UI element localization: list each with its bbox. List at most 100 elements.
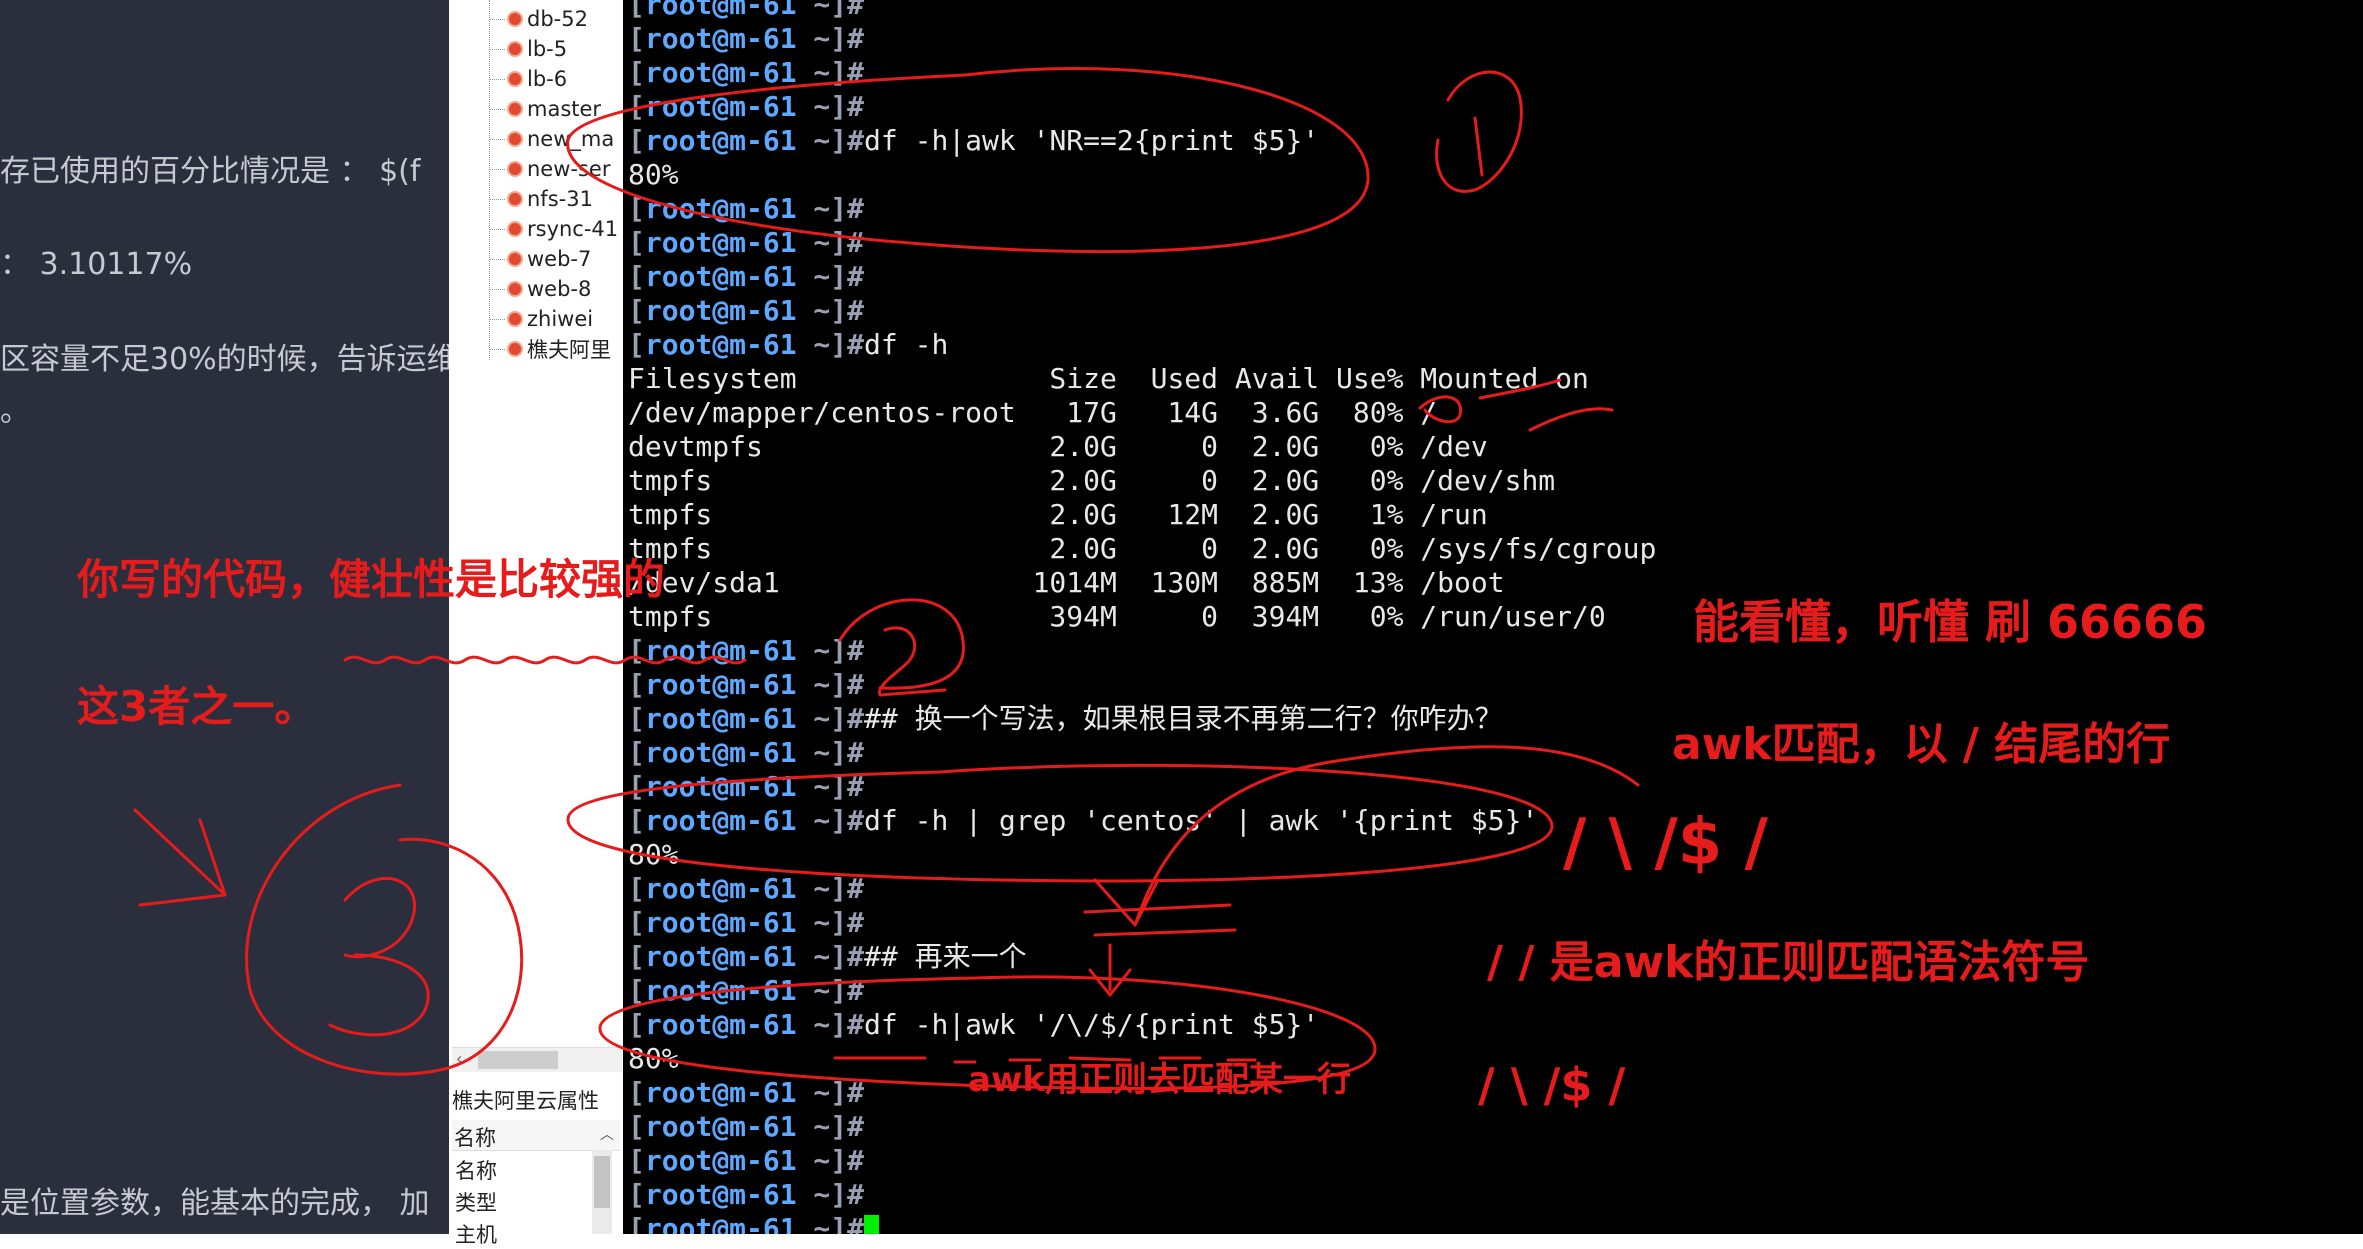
property-row[interactable]: 名称 bbox=[455, 1155, 497, 1185]
terminal-output-line: tmpfs 394M 0 394M 0% /run/user/0 bbox=[628, 600, 1606, 633]
prompt-symbol: ]# bbox=[830, 260, 865, 293]
prompt-path: ~ bbox=[796, 736, 831, 769]
prompt-path: ~ bbox=[796, 22, 831, 55]
terminal-prompt-line: [root@m-61 ~]# bbox=[628, 906, 864, 940]
session-icon bbox=[507, 11, 523, 27]
session-tree-item[interactable]: master bbox=[489, 94, 601, 124]
prompt-user-host: root@m-61 bbox=[644, 328, 797, 361]
terminal-output-line: 80% bbox=[628, 838, 679, 871]
session-tree-item[interactable]: lb-5 bbox=[489, 34, 567, 64]
session-tree-item[interactable]: rsync-41 bbox=[489, 214, 618, 244]
session-label: new_ma bbox=[527, 127, 615, 151]
sort-up-icon[interactable]: ︿ bbox=[600, 1124, 614, 1144]
prompt-path: ~ bbox=[796, 906, 831, 939]
session-label: web-8 bbox=[527, 277, 592, 301]
session-tree-item[interactable]: 樵夫阿里 bbox=[489, 334, 611, 364]
prompt-path: ~ bbox=[796, 192, 831, 225]
prompt-bracket: [ bbox=[628, 22, 645, 55]
prompt-bracket: [ bbox=[628, 1212, 645, 1234]
prompt-bracket: [ bbox=[628, 940, 645, 973]
session-tree-scrollbar[interactable]: ‹ bbox=[452, 1047, 622, 1072]
session-icon bbox=[507, 311, 523, 327]
editor-text-line: 区容量不足30%的时候，告诉运维 bbox=[0, 342, 449, 377]
annotation-awk-match: awk匹配，以 / 结尾的行 bbox=[1672, 719, 2171, 770]
terminal-command: df -h | grep 'centos' | awk '{print $5}' bbox=[864, 804, 1539, 837]
property-row[interactable]: 类型 bbox=[455, 1187, 497, 1217]
scrollbar-thumb[interactable] bbox=[594, 1156, 610, 1208]
prompt-path: ~ bbox=[796, 872, 831, 905]
terminal-prompt-line: [root@m-61 ~]# bbox=[628, 634, 864, 668]
prompt-path: ~ bbox=[796, 56, 831, 89]
annotation-robust-code: 你写的代码，健壮性是比较强的 bbox=[77, 555, 666, 604]
prompt-bracket: [ bbox=[628, 124, 645, 157]
prompt-path: ~ bbox=[796, 260, 831, 293]
scrollbar-thumb[interactable] bbox=[478, 1051, 558, 1069]
session-tree-item[interactable]: zhiwei bbox=[489, 304, 593, 334]
prompt-bracket: [ bbox=[628, 1076, 645, 1109]
session-label: lb-5 bbox=[527, 37, 568, 61]
session-tree-item[interactable]: lb-6 bbox=[489, 64, 567, 94]
prompt-symbol: ]# bbox=[830, 90, 865, 123]
prompt-bracket: [ bbox=[628, 260, 645, 293]
prompt-path: ~ bbox=[796, 0, 831, 21]
prompt-user-host: root@m-61 bbox=[644, 1008, 797, 1041]
terminal-command: df -h bbox=[864, 328, 949, 361]
session-tree-item[interactable]: web-8 bbox=[489, 274, 591, 304]
terminal-prompt-line: [root@m-61 ~]# bbox=[628, 1178, 864, 1212]
prompt-path: ~ bbox=[796, 634, 831, 667]
prompt-user-host: root@m-61 bbox=[644, 1076, 797, 1109]
tree-connector bbox=[489, 258, 505, 260]
session-tree-item[interactable]: nfs-31 bbox=[489, 184, 593, 214]
tree-connector bbox=[489, 198, 505, 200]
session-label: master bbox=[527, 97, 602, 121]
prompt-symbol: ]# bbox=[830, 1110, 865, 1143]
prompt-bracket: [ bbox=[628, 872, 645, 905]
terminal-prompt-line: [root@m-61 ~]# bbox=[628, 0, 864, 22]
property-row[interactable]: 主机 bbox=[455, 1219, 497, 1249]
prompt-user-host: root@m-61 bbox=[644, 0, 797, 21]
terminal-prompt-line: [root@m-61 ~]#df -h|awk '/\/$/{print $5}… bbox=[628, 1008, 1319, 1042]
session-label: db-52 bbox=[527, 7, 588, 31]
session-icon bbox=[507, 341, 523, 357]
prompt-bracket: [ bbox=[628, 702, 645, 735]
session-icon bbox=[507, 191, 523, 207]
markdown-editor-panel: 存已使用的百分比情况是 ： $(f ： 3.10117% 区容量不足30%的时候，告… bbox=[0, 0, 449, 1234]
prompt-path: ~ bbox=[796, 1144, 831, 1177]
prompt-symbol: ]# bbox=[830, 1144, 865, 1177]
prompt-symbol: ]# bbox=[830, 226, 865, 259]
prompt-symbol: ]# bbox=[830, 1178, 865, 1211]
session-tree-item[interactable]: web-7 bbox=[489, 244, 591, 274]
prompt-path: ~ bbox=[796, 770, 831, 803]
terminal-prompt-line: [root@m-61 ~]### 换一个写法，如果根目录不再第二行？你咋办？ bbox=[628, 702, 1503, 736]
session-label: nfs-31 bbox=[527, 187, 593, 211]
session-tree-item[interactable]: new_ma bbox=[489, 124, 614, 154]
prompt-bracket: [ bbox=[628, 804, 645, 837]
terminal-cursor[interactable] bbox=[864, 1215, 880, 1234]
session-icon bbox=[507, 281, 523, 297]
scroll-left-icon[interactable]: ‹ bbox=[456, 1049, 462, 1068]
prompt-user-host: root@m-61 bbox=[644, 1144, 797, 1177]
properties-scrollbar[interactable] bbox=[592, 1150, 612, 1234]
terminal-output-line: 80% bbox=[628, 1042, 679, 1075]
prompt-bracket: [ bbox=[628, 294, 645, 327]
prompt-bracket: [ bbox=[628, 668, 645, 701]
prompt-bracket: [ bbox=[628, 1144, 645, 1177]
prompt-symbol: ]# bbox=[830, 22, 865, 55]
terminal-prompt-line: [root@m-61 ~]#df -h | grep 'centos' | aw… bbox=[628, 804, 1538, 838]
prompt-bracket: [ bbox=[628, 736, 645, 769]
prompt-bracket: [ bbox=[628, 192, 645, 225]
prompt-path: ~ bbox=[796, 328, 831, 361]
session-tree-item[interactable]: db-52 bbox=[489, 4, 588, 34]
tree-connector bbox=[489, 78, 505, 80]
prompt-user-host: root@m-61 bbox=[644, 192, 797, 225]
terminal-prompt-line: [root@m-61 ~]# bbox=[628, 1110, 864, 1144]
terminal-output-line: tmpfs 2.0G 0 2.0G 0% /dev/shm bbox=[628, 464, 1556, 497]
properties-header[interactable]: 名称 ︿ bbox=[452, 1120, 620, 1151]
annotation-regex-symbols: / \ /$ / bbox=[1563, 806, 1768, 880]
session-tree-item[interactable]: new-ser bbox=[489, 154, 610, 184]
session-icon bbox=[507, 221, 523, 237]
prompt-symbol: ]# bbox=[830, 294, 865, 327]
prompt-user-host: root@m-61 bbox=[644, 124, 797, 157]
prompt-bracket: [ bbox=[628, 770, 645, 803]
annotation-one-of-three: 这3者之一。 bbox=[77, 682, 317, 731]
